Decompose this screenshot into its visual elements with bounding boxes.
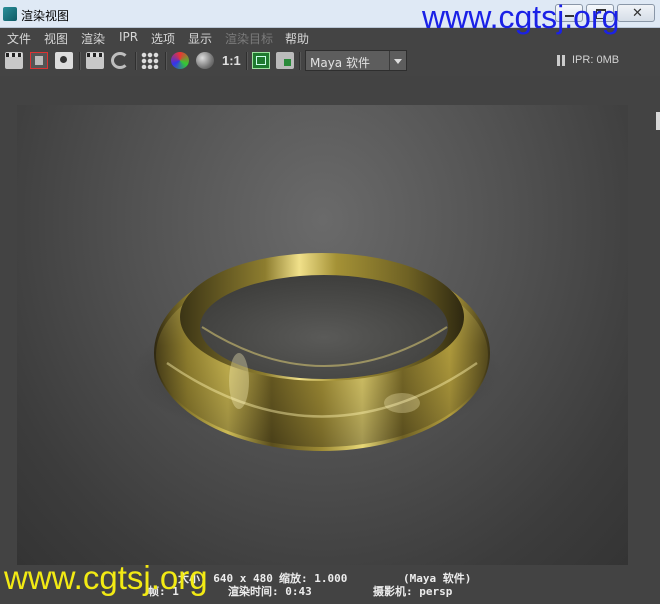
attribute-editor-edge (656, 112, 660, 130)
toolbar-separator (79, 52, 81, 70)
watermark-top: www.cgtsj.org (422, 0, 620, 35)
menu-view[interactable]: 视图 (44, 30, 68, 47)
rgb-channels-icon[interactable] (171, 52, 189, 69)
toolbar-separator (299, 52, 301, 70)
renderer-dropdown[interactable]: Maya 软件 (305, 50, 407, 71)
render-region-icon[interactable] (30, 52, 48, 69)
gold-ring-render (132, 253, 502, 451)
keep-image-icon[interactable] (252, 52, 270, 69)
alpha-channel-icon[interactable] (196, 52, 214, 69)
status-camera: 摄影机: persp (373, 585, 453, 598)
renderer-selected: Maya 软件 (310, 56, 370, 70)
toolbar-separator (135, 52, 137, 70)
watermark-bottom: www.cgtsj.org (4, 559, 208, 596)
real-size-button[interactable]: 1:1 (222, 53, 241, 68)
close-button[interactable]: ✕ (617, 4, 655, 22)
toolbar-separator (246, 52, 248, 70)
menu-display[interactable]: 显示 (188, 30, 212, 47)
menu-render-target: 渲染目标 (225, 32, 274, 46)
status-render-time: 渲染时间: 0:43 (228, 585, 312, 598)
menu-render[interactable]: 渲染 (81, 30, 105, 47)
menu-help[interactable]: 帮助 (285, 30, 309, 47)
maya-app-icon (3, 7, 17, 21)
render-sequence-icon[interactable] (141, 52, 159, 69)
rendered-image (17, 105, 628, 565)
render-view-window: 渲染视图 ✕ 文件 视图 渲染 IPR 选项 显示 渲染目标 帮助 1:1 Ma… (0, 0, 660, 604)
snapshot-icon[interactable] (55, 52, 73, 69)
toolbar-separator (165, 52, 167, 70)
window-title: 渲染视图 (21, 9, 70, 23)
refresh-ipr-icon[interactable] (111, 52, 129, 69)
redo-render-icon[interactable] (5, 52, 23, 69)
menu-options[interactable]: 选项 (151, 30, 175, 47)
menu-ipr[interactable]: IPR (119, 30, 138, 44)
pause-ipr-icon[interactable] (557, 55, 565, 66)
menu-file[interactable]: 文件 (7, 30, 31, 47)
ipr-memory-readout: IPR: 0MB (572, 54, 620, 66)
remove-image-icon[interactable] (276, 52, 294, 69)
chevron-down-icon[interactable] (389, 51, 406, 70)
close-icon: ✕ (632, 5, 643, 20)
ipr-render-icon[interactable] (86, 52, 104, 69)
